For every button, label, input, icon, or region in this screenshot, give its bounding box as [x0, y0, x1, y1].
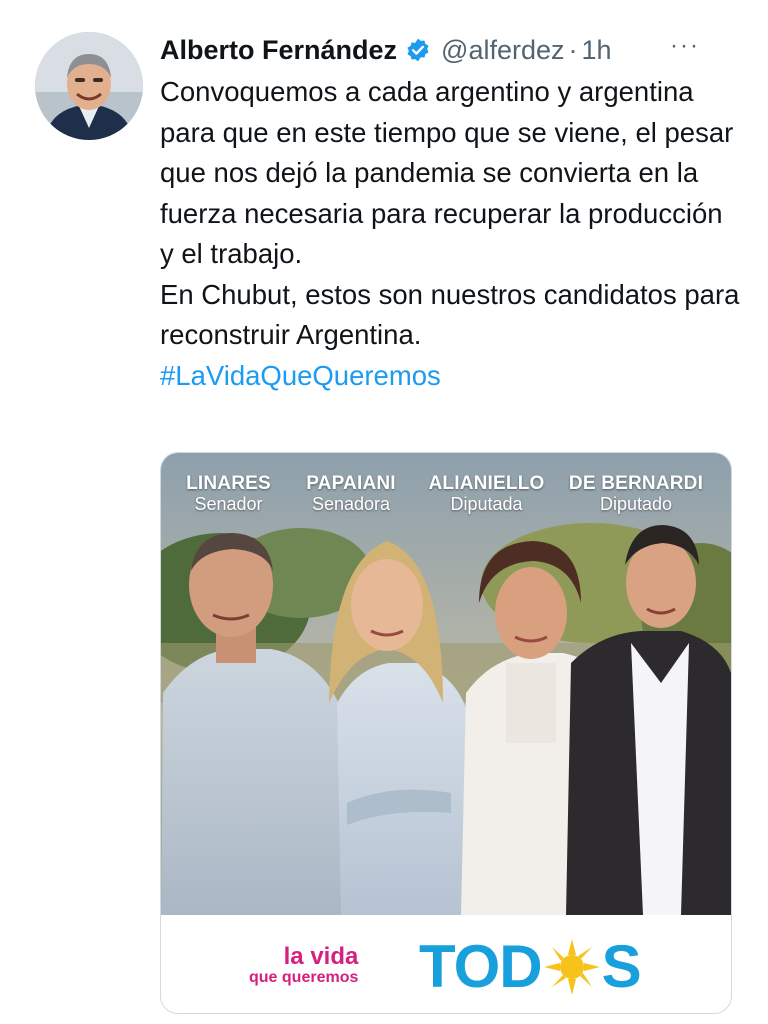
candidate-names: LINARES Senador PAPAIANI Senadora ALIANI… [161, 473, 731, 523]
tweet-header: Alberto Fernández @alferdez · 1h ··· [160, 30, 740, 70]
candidate-name: LINARES [186, 473, 271, 494]
slogan-line-1: la vida [283, 943, 359, 970]
tweet-time[interactable]: 1h [582, 35, 612, 66]
logo-text-left: TOD [419, 933, 543, 1000]
tweet-text: Convoquemos a cada argentino y argentina… [160, 72, 740, 396]
author-name[interactable]: Alberto Fernández [160, 35, 397, 66]
separator-dot: · [568, 34, 578, 65]
author-handle[interactable]: @alferdez [441, 35, 564, 66]
candidate-de-bernardi: DE BERNARDI Diputado [561, 473, 711, 515]
campaign-slogan: la vida que queremos [249, 945, 358, 987]
candidate-role: Diputado [599, 494, 673, 514]
tweet-paragraph: En Chubut, estos son nuestros candidatos… [160, 278, 740, 351]
candidate-name: ALIANIELLO [428, 473, 545, 494]
tweet-paragraph: Convoquemos a cada argentino y argentina… [160, 76, 734, 269]
candidate-papaiani: PAPAIANI Senadora [296, 473, 406, 515]
candidate-alianiello: ALIANIELLO Diputada [419, 473, 554, 515]
candidate-linares: LINARES Senador [176, 473, 281, 515]
candidate-role: Diputada [450, 494, 523, 514]
candidate-role: Senador [194, 494, 263, 514]
candidate-name: DE BERNARDI [568, 473, 704, 494]
slogan-line-2: que queremos [249, 969, 359, 986]
todos-logo: TOD S [419, 933, 642, 1000]
campaign-footer: la vida que queremos TOD S [161, 915, 731, 1013]
sun-icon [543, 939, 600, 995]
candidate-role: Senadora [311, 494, 391, 514]
tweet-media[interactable]: LINARES Senador PAPAIANI Senadora ALIANI… [160, 452, 732, 1014]
verified-badge-icon [405, 37, 431, 63]
more-options-icon[interactable]: ··· [670, 32, 700, 60]
candidate-name: PAPAIANI [306, 473, 396, 494]
logo-text-right: S [601, 933, 642, 1000]
avatar[interactable] [35, 32, 143, 140]
hashtag-link[interactable]: #LaVidaQueQueremos [160, 356, 740, 397]
avatar-photo [35, 32, 143, 140]
